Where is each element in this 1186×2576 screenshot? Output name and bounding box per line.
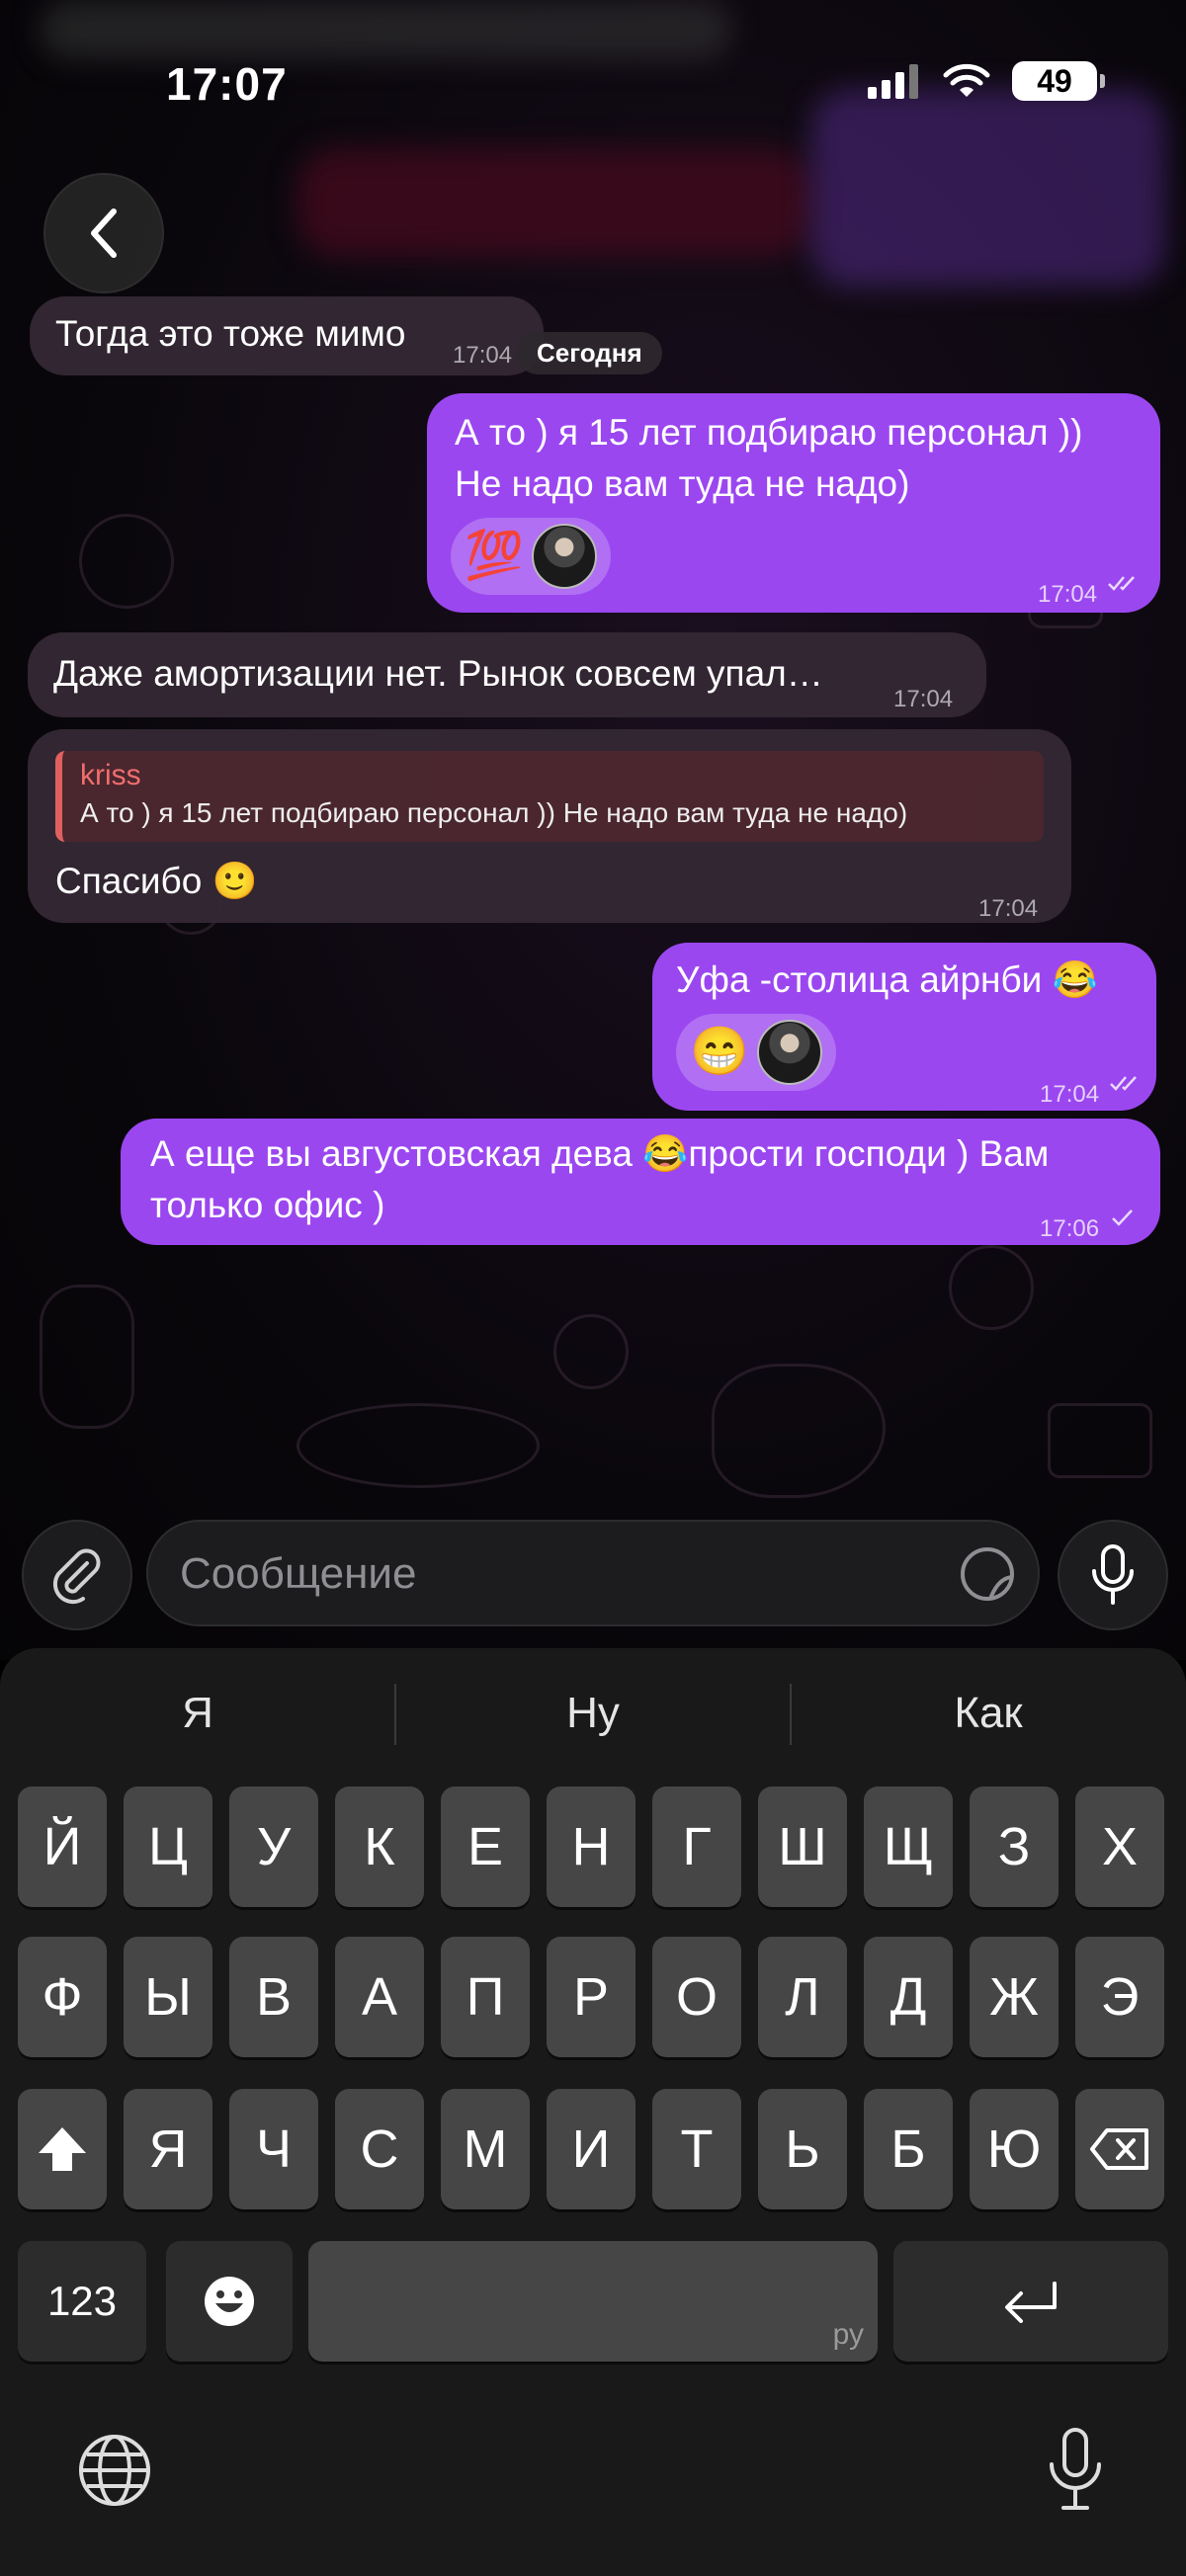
key[interactable]: Я <box>124 2089 212 2209</box>
key[interactable]: О <box>652 1937 741 2057</box>
message-text: Даже амортизации нет. Рынок совсем упал… <box>53 653 823 694</box>
message-time: 17:04 <box>1040 1081 1100 1108</box>
date-separator: Сегодня <box>517 332 662 374</box>
attach-button[interactable] <box>22 1520 132 1630</box>
chevron-left-icon <box>91 208 117 258</box>
globe-icon[interactable] <box>75 2431 154 2510</box>
microphone-icon <box>1092 1544 1134 1605</box>
message-incoming-reply[interactable]: kriss А то ) я 15 лет подбираю персонал … <box>28 729 1071 923</box>
message-time: 17:06 <box>1040 1215 1100 1242</box>
message-time: 17:04 <box>893 686 954 712</box>
key[interactable]: И <box>547 2089 635 2209</box>
message-text: Уфа -столица айрнби 😂 <box>676 959 1098 1000</box>
language-label: ру <box>832 2318 864 2351</box>
avatar <box>531 524 597 589</box>
key[interactable]: Б <box>864 2089 953 2209</box>
key[interactable]: Ш <box>758 1787 847 1907</box>
sticker-icon[interactable] <box>959 1545 1016 1603</box>
return-key[interactable] <box>893 2241 1168 2362</box>
suggestion[interactable]: Как <box>791 1648 1186 1779</box>
reply-text: А то ) я 15 лет подбираю персонал )) Не … <box>80 797 908 828</box>
backspace-key[interactable] <box>1075 2089 1164 2209</box>
key[interactable]: Е <box>441 1787 530 1907</box>
back-button[interactable] <box>43 173 164 293</box>
key[interactable]: З <box>970 1787 1059 1907</box>
reaction-chip[interactable]: 😁 <box>676 1014 836 1091</box>
message-outgoing[interactable]: Уфа -столица айрнби 😂 😁 17:04 <box>652 943 1156 1111</box>
key[interactable]: Ф <box>18 1937 107 2057</box>
return-icon <box>1005 2282 1057 2323</box>
key[interactable]: Ц <box>124 1787 212 1907</box>
key[interactable]: Д <box>864 1937 953 2057</box>
suggestion[interactable]: Ну <box>395 1648 791 1779</box>
reaction-chip[interactable]: 💯 <box>451 518 611 595</box>
emoji-icon <box>205 2277 254 2326</box>
key[interactable]: К <box>335 1787 424 1907</box>
key[interactable]: Х <box>1075 1787 1164 1907</box>
shift-icon <box>39 2127 86 2171</box>
key[interactable]: Ю <box>970 2089 1059 2209</box>
key[interactable]: Ь <box>758 2089 847 2209</box>
battery-indicator: 49 <box>1012 61 1105 101</box>
reaction-emoji: 😁 <box>690 1026 749 1078</box>
message-time: 17:04 <box>453 342 513 369</box>
check-icon <box>1112 1209 1133 1226</box>
wifi-icon <box>943 63 990 97</box>
message-text: Тогда это тоже мимо <box>55 313 406 354</box>
key[interactable]: М <box>441 2089 530 2209</box>
key[interactable]: Г <box>652 1787 741 1907</box>
key[interactable]: Н <box>547 1787 635 1907</box>
message-incoming[interactable]: Тогда это тоже мимо 17:04 <box>30 296 544 375</box>
message-outgoing[interactable]: А то ) я 15 лет подбираю персонал )) Не … <box>427 393 1160 613</box>
suggestion[interactable]: Я <box>0 1648 395 1779</box>
numbers-key[interactable]: 123 <box>18 2241 146 2362</box>
message-text-line: только офис ) <box>150 1185 385 1225</box>
key[interactable]: Щ <box>864 1787 953 1907</box>
emoji-key[interactable] <box>166 2241 293 2362</box>
key[interactable]: Й <box>18 1787 107 1907</box>
reply-quote[interactable]: kriss А то ) я 15 лет подбираю персонал … <box>55 751 1044 842</box>
key[interactable]: Т <box>652 2089 741 2209</box>
message-text: Спасибо 🙂 <box>55 861 258 901</box>
status-time: 17:07 <box>166 58 288 110</box>
keyboard: Я Ну Как Й Ц У К Е Н Г Ш Щ З Х Ф Ы В А П… <box>0 1648 1186 2576</box>
key[interactable]: Р <box>547 1937 635 2057</box>
message-text-line: А еще вы августовская дева 😂прости госпо… <box>150 1133 1050 1174</box>
reaction-emoji: 💯 <box>465 530 524 582</box>
key[interactable]: П <box>441 1937 530 2057</box>
cellular-signal-icon <box>868 64 918 99</box>
dictation-microphone-icon[interactable] <box>1046 2427 1105 2512</box>
key[interactable]: А <box>335 1937 424 2057</box>
message-text-line: А то ) я 15 лет подбираю персонал )) <box>455 412 1083 453</box>
message-field[interactable] <box>146 1520 1040 1626</box>
message-input[interactable] <box>178 1541 913 1607</box>
shift-key[interactable] <box>18 2089 107 2209</box>
message-time: 17:04 <box>978 895 1039 922</box>
message-incoming[interactable]: Даже амортизации нет. Рынок совсем упал…… <box>28 632 986 717</box>
status-icons: 49 <box>866 61 1105 101</box>
double-check-icon <box>1110 1076 1137 1091</box>
redacted-area <box>810 89 1166 287</box>
key[interactable]: Ж <box>970 1937 1059 2057</box>
key[interactable]: В <box>229 1937 318 2057</box>
paperclip-icon <box>52 1548 101 1605</box>
key[interactable]: С <box>335 2089 424 2209</box>
redacted-area <box>296 148 810 257</box>
message-outgoing[interactable]: А еще вы августовская дева 😂прости госпо… <box>121 1119 1160 1245</box>
backspace-icon <box>1090 2128 1148 2170</box>
avatar <box>756 1020 822 1085</box>
key[interactable]: Ы <box>124 1937 212 2057</box>
voice-message-button[interactable] <box>1058 1520 1168 1630</box>
key[interactable]: У <box>229 1787 318 1907</box>
key[interactable]: Ч <box>229 2089 318 2209</box>
message-time: 17:04 <box>1038 581 1098 608</box>
redacted-area <box>40 0 731 59</box>
key[interactable]: Л <box>758 1937 847 2057</box>
space-key[interactable]: ру <box>308 2241 878 2362</box>
key[interactable]: Э <box>1075 1937 1164 2057</box>
message-text-line: Не надо вам туда не надо) <box>455 463 910 504</box>
double-check-icon <box>1108 576 1135 591</box>
reply-author: kriss <box>80 759 141 791</box>
